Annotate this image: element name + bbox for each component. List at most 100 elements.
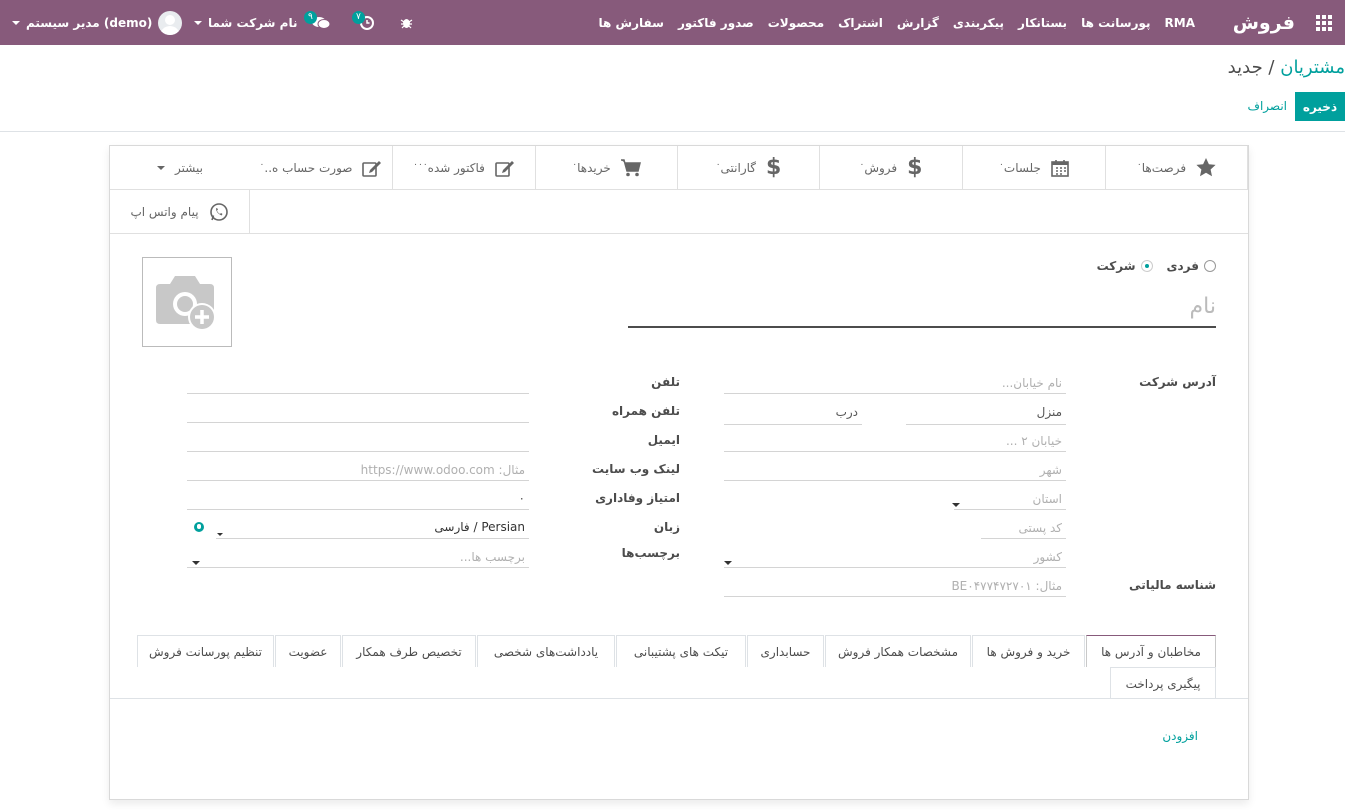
house-field[interactable]: منزل — [906, 401, 1066, 425]
opportunities-label: فرصت‌ها — [1141, 161, 1187, 175]
tab-commission-setup[interactable]: تنظیم پورسانت فروش — [137, 635, 274, 667]
smart-button-purchases[interactable]: خریدها۰ — [536, 146, 678, 190]
menu-item-orders[interactable]: سفارش ها — [599, 16, 664, 30]
smart-button-warranty[interactable]: $ گارانتی۰ — [678, 146, 820, 190]
apps-menu-icon[interactable] — [1316, 0, 1332, 45]
website-input[interactable] — [187, 459, 529, 481]
invoiced-label: فاکتور شده — [427, 161, 485, 175]
edit-icon — [362, 159, 382, 177]
smart-button-invoiced[interactable]: فاکتور شده۰۰۰ — [393, 146, 536, 190]
tab-sales-purchase[interactable]: خرید و فروش ها — [972, 635, 1085, 667]
tab-contacts-addresses[interactable]: مخاطبان و آدرس ها — [1086, 635, 1216, 667]
app-brand[interactable]: فروش — [1233, 0, 1295, 45]
tab-accounting[interactable]: حسابداری — [747, 635, 824, 667]
email-label: ایمیل — [647, 433, 680, 447]
phone-label: تلفن — [651, 375, 680, 389]
whatsapp-icon — [209, 202, 229, 222]
notebook-header-line — [110, 698, 1248, 699]
door-field[interactable]: درب — [724, 401, 862, 425]
breadcrumb-current: جدید — [1227, 57, 1263, 78]
website-label: لینک وب سایت — [592, 462, 680, 476]
city-input[interactable] — [724, 459, 1066, 481]
tags-label: برچسب‌ها — [621, 546, 680, 560]
radio-company[interactable]: شرکت — [1097, 259, 1153, 273]
smart-button-meetings[interactable]: جلسات۰ — [963, 146, 1106, 190]
whatsapp-label: پیام واتس اپ — [130, 204, 199, 219]
tab-sales-partner[interactable]: مشخصات همکار فروش — [825, 635, 971, 667]
calendar-icon — [1051, 159, 1069, 177]
phone-input[interactable] — [187, 372, 529, 394]
smart-button-whatsapp[interactable]: پیام واتس اپ — [110, 190, 250, 234]
breadcrumb-parent[interactable]: مشتریان — [1280, 57, 1345, 78]
message-count-badge: ۹ — [304, 11, 317, 24]
house-label: منزل — [1036, 405, 1062, 419]
tab-partner-assignment[interactable]: تخصیص طرف همکار — [342, 635, 476, 667]
state-caret-icon[interactable] — [952, 496, 960, 510]
smart-button-opportunities[interactable]: فرصت‌ها۰ — [1106, 146, 1248, 190]
menu-item-creditor[interactable]: بستانکار — [1018, 16, 1067, 30]
add-contact-link[interactable]: افزودن — [1162, 729, 1198, 743]
meetings-label: جلسات — [1003, 161, 1041, 175]
menu-item-commissions[interactable]: پورسانت ها — [1081, 16, 1150, 30]
user-name: مدیر سیستم (demo) — [26, 15, 153, 30]
smart-button-more[interactable]: بیشتر — [110, 146, 250, 190]
radio-company-label: شرکت — [1096, 259, 1136, 273]
user-caret-icon — [12, 20, 20, 25]
activities-button[interactable]: ۷ — [352, 0, 374, 45]
radio-company-dot — [1140, 260, 1153, 272]
menu-item-products[interactable]: محصولات — [768, 16, 824, 30]
state-input[interactable] — [954, 488, 1066, 510]
door-label: درب — [835, 405, 858, 419]
dollar-icon: $ — [766, 155, 782, 180]
image-upload[interactable] — [142, 257, 232, 347]
language-label: زبان — [653, 520, 680, 534]
email-input[interactable] — [187, 430, 529, 452]
tab-internal-notes[interactable]: یادداشت‌های شخصی — [477, 635, 615, 667]
language-value: Persian / فارسی — [434, 520, 525, 534]
company-name: نام شرکت شما — [208, 15, 298, 30]
street-input[interactable] — [724, 372, 1066, 394]
smart-buttons-bottom-line — [110, 233, 1248, 234]
smart-button-statements[interactable]: صورت حساب ه..۰ — [250, 146, 393, 190]
tab-membership[interactable]: عضویت — [275, 635, 341, 667]
discard-button[interactable]: انصراف — [1248, 92, 1287, 121]
country-input[interactable] — [724, 546, 1066, 568]
form-sheet: فرصت‌ها۰ جلسات۰ $ فروش۰ $ گارانتی۰ خریده… — [109, 145, 1249, 800]
user-avatar — [158, 10, 183, 35]
menu-item-rma[interactable]: RMA — [1165, 16, 1195, 30]
vat-input[interactable] — [724, 575, 1066, 597]
top-navbar: فروش سفارش ها صدور فاکتور محصولات اشتراک… — [0, 0, 1345, 45]
messages-button[interactable]: ۹ — [304, 0, 330, 45]
tags-input[interactable] — [187, 546, 529, 568]
tab-support-tickets[interactable]: تیکت های پشتیبانی — [616, 635, 746, 667]
loyalty-points-field[interactable]: ۰ — [187, 488, 529, 510]
company-caret-icon — [194, 20, 202, 25]
tags-caret-icon[interactable] — [192, 554, 200, 568]
name-input[interactable] — [628, 286, 1216, 328]
zip-input[interactable] — [981, 517, 1066, 539]
mobile-input[interactable] — [187, 401, 529, 423]
radio-individual[interactable]: فردی — [1167, 259, 1216, 273]
user-menu[interactable]: مدیر سیستم (demo) — [12, 0, 183, 45]
save-button[interactable]: ذخیره — [1295, 92, 1345, 121]
invoiced-count: ۰۰۰ — [413, 160, 428, 170]
control-panel-divider — [0, 131, 1345, 132]
street2-input[interactable] — [724, 430, 1066, 452]
loyalty-label: امتیاز وفاداری — [595, 491, 680, 505]
sales-label: فروش — [864, 161, 898, 175]
language-select[interactable]: Persian / فارسی — [216, 517, 529, 539]
smart-button-sales[interactable]: $ فروش۰ — [820, 146, 963, 190]
menu-item-configuration[interactable]: پیکربندی — [953, 16, 1004, 30]
tab-payment-followup[interactable]: پیگیری پرداخت — [1110, 667, 1216, 699]
globe-icon[interactable] — [194, 522, 204, 532]
dollar-icon: $ — [907, 155, 923, 180]
menu-item-invoicing[interactable]: صدور فاکتور — [678, 16, 754, 30]
menu-item-reporting[interactable]: گزارش — [897, 16, 939, 30]
menu-item-subscriptions[interactable]: اشتراک — [838, 16, 883, 30]
debug-button[interactable] — [400, 0, 413, 45]
company-switcher[interactable]: نام شرکت شما — [194, 0, 297, 45]
edit-icon — [495, 159, 515, 177]
country-caret-icon[interactable] — [724, 554, 732, 568]
language-caret-icon[interactable] — [217, 525, 223, 539]
breadcrumb-separator: / — [1262, 57, 1281, 78]
